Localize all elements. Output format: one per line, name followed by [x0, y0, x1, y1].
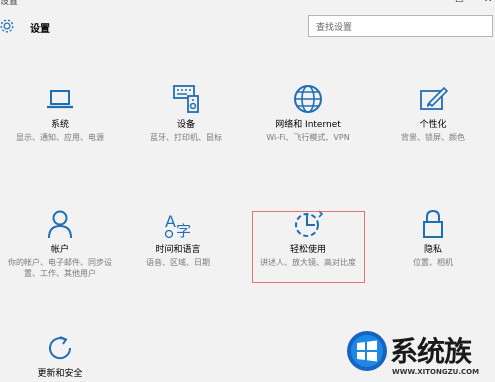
tile-time-language[interactable]: A 字 时间和语言 语音、区域、日期 — [118, 207, 238, 268]
tile-devices[interactable]: 设备 蓝牙、打印机、鼠标 — [126, 82, 246, 143]
tile-desc: 显示、通知、应用、电源 — [16, 133, 104, 142]
tile-privacy[interactable]: 隐私 位置、相机 — [373, 207, 493, 268]
paint-icon — [420, 86, 449, 110]
devices-icon — [173, 85, 199, 113]
lock-icon — [423, 209, 443, 238]
title-bar: 设置 — ☐ ✕ — [0, 0, 495, 8]
close-button[interactable]: ✕ — [484, 0, 492, 5]
tile-desc: 语音、区域、日期 — [146, 258, 210, 267]
page-title: 设置 — [30, 24, 50, 35]
tile-name: 网络和 Internet — [275, 120, 341, 130]
watermark-url: WWW.XITONGZU.COM — [392, 368, 480, 376]
tile-desc: 位置、相机 — [413, 258, 453, 267]
tile-desc: Wi-Fi、飞行模式、VPN — [266, 133, 350, 142]
tile-accounts[interactable]: 帐户 你的帐户、电子邮件、同步设置、工作、其他用户 — [0, 207, 120, 279]
tile-personalization[interactable]: 个性化 背景、锁屏、颜色 — [373, 82, 493, 143]
watermark-logo: 系统族 WWW.XITONGZU.COM — [344, 326, 495, 382]
time-language-icon: A 字 — [164, 212, 191, 240]
tile-name: 更新和安全 — [37, 369, 83, 379]
laptop-icon — [47, 90, 73, 109]
tile-name: 系统 — [50, 120, 69, 130]
tile-name: 帐户 — [50, 245, 69, 255]
tile-name: 个性化 — [419, 120, 447, 130]
tile-desc: 背景、锁屏、颜色 — [401, 133, 465, 142]
watermark-brand: 系统族 — [390, 335, 472, 368]
tile-name: 隐私 — [423, 245, 442, 255]
tile-network[interactable]: 网络和 Internet Wi-Fi、飞行模式、VPN — [248, 82, 368, 143]
tile-update-security[interactable]: 更新和安全 — [0, 331, 120, 380]
minimize-button[interactable]: — — [424, 0, 434, 5]
tile-desc: 你的帐户、电子邮件、同步设置、工作、其他用户 — [8, 258, 112, 278]
windows-logo-icon — [347, 331, 387, 371]
person-icon — [48, 210, 72, 239]
tile-name: 时间和语言 — [155, 245, 201, 255]
window-title: 设置 — [0, 0, 19, 7]
svg-text:字: 字 — [176, 222, 191, 240]
refresh-icon — [49, 336, 72, 360]
tile-desc: 蓝牙、打印机、鼠标 — [150, 133, 222, 142]
gear-icon — [0, 19, 14, 33]
highlight-box — [252, 211, 365, 283]
tile-name: 设备 — [176, 120, 195, 130]
globe-icon — [294, 85, 322, 113]
maximize-button[interactable]: ☐ — [455, 0, 464, 5]
search-placeholder: 查找设置 — [316, 23, 353, 33]
tile-system[interactable]: 系统 显示、通知、应用、电源 — [0, 82, 120, 143]
search-input[interactable]: 查找设置 — [308, 15, 493, 37]
svg-text:A: A — [165, 212, 176, 231]
